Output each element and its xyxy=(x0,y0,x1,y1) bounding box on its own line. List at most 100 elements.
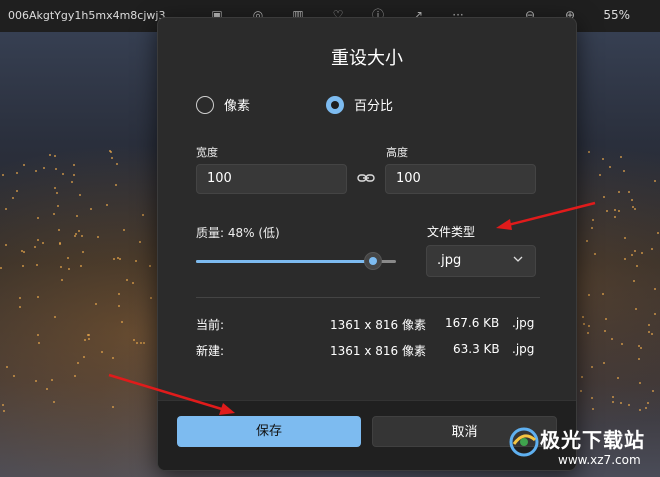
new-info-row: 新建: 1361 x 816 像素 63.3 KB .jpg xyxy=(196,342,540,358)
city-light xyxy=(61,278,64,281)
city-light xyxy=(603,195,606,198)
new-label: 新建: xyxy=(196,344,225,358)
current-size: 167.6 KB xyxy=(445,316,500,330)
filetype-select[interactable]: .jpg xyxy=(426,245,536,277)
city-light xyxy=(50,379,53,382)
radio-pixels-label: 像素 xyxy=(224,99,251,114)
city-light xyxy=(4,243,7,246)
zoom-level: 55% xyxy=(603,8,630,22)
city-light xyxy=(54,167,57,170)
city-light xyxy=(598,173,601,176)
city-light xyxy=(12,374,15,377)
city-light xyxy=(586,332,589,335)
city-light xyxy=(74,233,77,236)
city-light xyxy=(52,400,55,403)
city-light xyxy=(125,278,128,281)
city-light xyxy=(616,376,619,379)
width-input[interactable]: 100 xyxy=(196,164,347,194)
watermark-swirl-icon xyxy=(509,427,539,457)
city-light xyxy=(587,150,590,153)
width-label: 宽度 xyxy=(196,146,218,159)
new-type: .jpg xyxy=(512,342,535,356)
city-light xyxy=(80,234,83,237)
city-light xyxy=(592,407,595,410)
watermark-name: 极光下载站 xyxy=(540,428,645,452)
city-light xyxy=(73,163,76,166)
city-light xyxy=(637,357,640,360)
city-light xyxy=(627,404,630,407)
city-light xyxy=(58,241,61,244)
filetype-value: .jpg xyxy=(437,253,462,268)
city-light xyxy=(619,402,622,405)
city-light xyxy=(82,356,85,359)
city-light xyxy=(632,279,635,282)
current-info-row: 当前: 1361 x 816 像素 167.6 KB .jpg xyxy=(196,316,540,332)
city-light xyxy=(149,297,152,300)
city-light xyxy=(580,389,583,392)
city-light xyxy=(610,337,613,340)
city-light xyxy=(638,408,641,411)
current-label: 当前: xyxy=(196,318,225,332)
city-light xyxy=(591,396,594,399)
dialog-title: 重设大小 xyxy=(331,48,403,69)
city-light xyxy=(148,264,151,267)
city-light xyxy=(97,235,100,238)
city-light xyxy=(36,333,39,336)
watermark-logo: 极光下载站 www.xz7.com xyxy=(508,420,658,475)
city-light xyxy=(582,323,585,326)
watermark-url: www.xz7.com xyxy=(558,453,641,467)
city-light xyxy=(36,295,39,298)
quality-slider-thumb[interactable] xyxy=(364,252,382,270)
city-light xyxy=(117,292,120,295)
city-light xyxy=(138,241,141,243)
radio-circle[interactable] xyxy=(196,95,214,114)
city-light xyxy=(647,401,650,404)
city-light xyxy=(79,193,82,196)
city-light xyxy=(4,208,7,211)
city-light xyxy=(35,264,38,267)
save-button[interactable]: 保存 xyxy=(177,416,361,447)
city-light xyxy=(89,208,92,211)
city-light xyxy=(650,248,653,251)
file-name: 006AkgtYgy1h5mx4m8cjwj3 xyxy=(8,9,166,22)
radio-circle-selected[interactable] xyxy=(326,95,344,114)
city-light xyxy=(56,204,59,207)
radio-pixels[interactable]: 像素 xyxy=(196,95,250,114)
city-light xyxy=(118,304,121,307)
city-light xyxy=(68,267,71,270)
annotation-arrow-filetype xyxy=(496,201,596,230)
chevron-down-icon xyxy=(513,256,523,262)
quality-label: 质量: 48% (低) xyxy=(196,226,280,240)
annotation-arrow-save xyxy=(108,373,235,415)
city-light xyxy=(131,281,134,284)
radio-percentage-label: 百分比 xyxy=(354,99,394,114)
link-aspect-icon[interactable] xyxy=(357,172,375,184)
city-light xyxy=(593,252,596,255)
current-type: .jpg xyxy=(512,316,535,330)
current-dims: 1361 x 816 像素 xyxy=(330,318,426,332)
city-light xyxy=(134,259,137,262)
city-light xyxy=(48,153,51,156)
city-light xyxy=(105,204,108,207)
city-light xyxy=(656,231,659,234)
new-size: 63.3 KB xyxy=(453,342,500,356)
filetype-label: 文件类型 xyxy=(427,225,476,239)
city-light xyxy=(601,293,604,296)
height-input[interactable]: 100 xyxy=(385,164,536,194)
quality-slider-fill xyxy=(196,260,373,263)
city-light xyxy=(620,155,623,158)
city-light xyxy=(122,229,125,232)
city-light xyxy=(580,375,583,378)
city-light xyxy=(630,199,633,202)
height-label: 高度 xyxy=(386,146,408,159)
city-light xyxy=(587,324,590,327)
city-light xyxy=(5,365,8,368)
city-light xyxy=(641,251,644,254)
divider xyxy=(196,297,540,298)
city-light xyxy=(652,389,655,392)
quality-slider[interactable] xyxy=(196,252,396,270)
radio-percentage[interactable]: 百分比 xyxy=(326,95,393,114)
new-dims: 1361 x 816 像素 xyxy=(330,344,426,358)
city-light xyxy=(139,342,142,345)
city-light xyxy=(603,361,606,364)
